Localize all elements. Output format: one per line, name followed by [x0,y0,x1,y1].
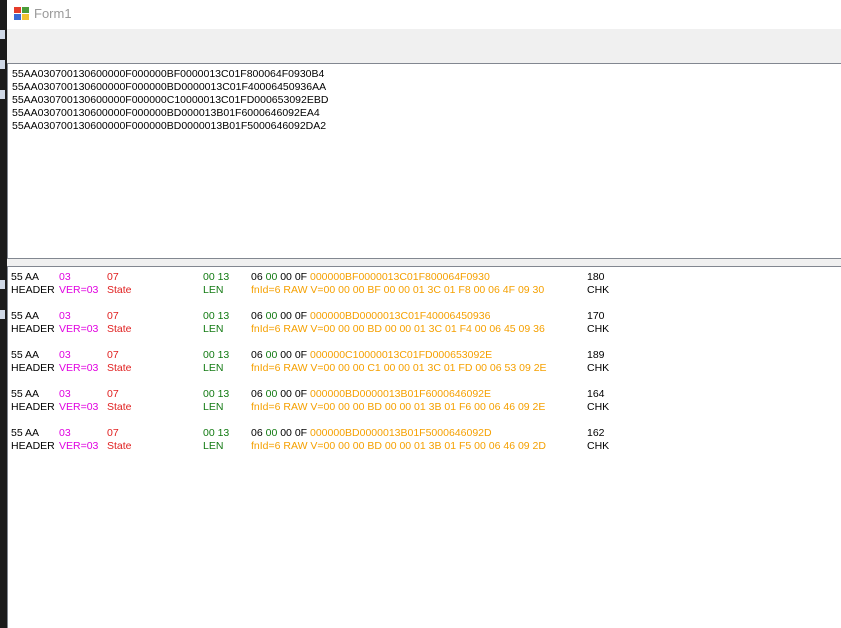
fn-post: 00 0F [280,349,308,361]
fn-mid: 00 [265,427,278,439]
fn-pre: 06 [251,271,263,283]
chk-label: CHK [587,284,610,296]
background-window-edge [0,0,7,628]
fn-bytes: 06 00 00 0F 000000BD0000013C01F400064509… [251,310,490,322]
len-bytes: 00 13 [203,310,230,322]
chk-label: CHK [587,440,610,452]
state-byte: 07 [107,310,119,322]
fn-pre: 06 [251,349,263,361]
state-byte: 07 [107,388,119,400]
payload-hex: 000000C10000013C01FD000653092E [310,349,493,361]
len-label: LEN [203,284,224,296]
len-label: LEN [203,362,224,374]
len-label: LEN [203,401,224,413]
background-marker [0,30,5,39]
header-bytes: 55 AA [11,388,40,400]
header-label: HEADER [11,362,55,374]
fn-post: 00 0F [280,427,308,439]
raw-values-label: fnId=6 RAW V=00 00 00 BF 00 00 01 3C 01 … [251,284,545,296]
title-bar[interactable]: Form1 [7,0,841,29]
raw-values-label: fnId=6 RAW V=00 00 00 BD 00 00 01 3C 01 … [251,323,545,335]
len-bytes: 00 13 [203,427,230,439]
toolbar-area [7,29,841,63]
chk-value: 170 [587,310,605,322]
fn-mid: 00 [265,271,278,283]
raw-data-textbox[interactable]: 55AA030700130600000F000000BF0000013C01F8… [7,63,841,259]
fn-pre: 06 [251,388,263,400]
ver-label: VER=03 [59,284,99,296]
raw-line: 55AA030700130600000F000000BD000013B01F60… [12,107,320,119]
raw-line: 55AA030700130600000F000000BD0000013B01F5… [12,120,327,132]
len-bytes: 00 13 [203,271,230,283]
fn-bytes: 06 00 00 0F 000000BD0000013B01F600064609… [251,388,491,400]
payload-hex: 000000BF0000013C01F800064F0930 [310,271,490,283]
fn-mid: 00 [265,349,278,361]
payload-hex: 000000BD0000013C01F40006450936 [310,310,491,322]
header-bytes: 55 AA [11,349,40,361]
fn-bytes: 06 00 00 0F 000000C10000013C01FD00065309… [251,349,492,361]
background-marker [0,280,5,289]
app-form-icon [14,7,29,20]
len-label: LEN [203,323,224,335]
ver-label: VER=03 [59,440,99,452]
ver-label: VER=03 [59,362,99,374]
len-bytes: 00 13 [203,388,230,400]
raw-line: 55AA030700130600000F000000C10000013C01FD… [12,94,329,106]
parsed-frames-panel[interactable]: 55 AA 03 07 00 13 06 00 00 0F 000000BF00… [7,266,841,628]
raw-line: 55AA030700130600000F000000BD0000013C01F4… [12,81,327,93]
payload-hex: 000000BD0000013B01F6000646092E [310,388,491,400]
panel-splitter[interactable] [7,259,841,266]
chk-value: 180 [587,271,605,283]
window-title: Form1 [34,6,72,21]
state-byte: 07 [107,349,119,361]
chk-label: CHK [587,323,610,335]
state-byte: 07 [107,271,119,283]
background-marker [0,60,5,69]
state-label: State [107,362,132,374]
fn-mid: 00 [265,388,278,400]
header-label: HEADER [11,284,55,296]
state-label: State [107,401,132,413]
fn-bytes: 06 00 00 0F 000000BD0000013B01F500064609… [251,427,492,439]
background-marker [0,310,5,319]
header-bytes: 55 AA [11,427,40,439]
fn-mid: 00 [265,310,278,322]
state-label: State [107,323,132,335]
fn-bytes: 06 00 00 0F 000000BF0000013C01F800064F09… [251,271,490,283]
background-marker [0,90,5,99]
fn-pre: 06 [251,427,263,439]
raw-values-label: fnId=6 RAW V=00 00 00 BD 00 00 01 3B 01 … [251,440,546,452]
state-label: State [107,440,132,452]
header-bytes: 55 AA [11,271,40,283]
header-label: HEADER [11,323,55,335]
fn-post: 00 0F [280,388,308,400]
chk-label: CHK [587,362,610,374]
ver-byte: 03 [59,388,71,400]
ver-byte: 03 [59,427,71,439]
ver-byte: 03 [59,271,71,283]
chk-value: 164 [587,388,605,400]
state-byte: 07 [107,427,119,439]
len-label: LEN [203,440,224,452]
chk-value: 162 [587,427,605,439]
raw-line: 55AA030700130600000F000000BF0000013C01F8… [12,68,325,80]
chk-label: CHK [587,401,610,413]
header-label: HEADER [11,440,55,452]
header-bytes: 55 AA [11,310,40,322]
state-label: State [107,284,132,296]
raw-values-label: fnId=6 RAW V=00 00 00 C1 00 00 01 3C 01 … [251,362,547,374]
ver-label: VER=03 [59,401,99,413]
len-bytes: 00 13 [203,349,230,361]
fn-post: 00 0F [280,271,308,283]
payload-hex: 000000BD0000013B01F5000646092D [310,427,492,439]
ver-label: VER=03 [59,323,99,335]
raw-values-label: fnId=6 RAW V=00 00 00 BD 00 00 01 3B 01 … [251,401,546,413]
header-label: HEADER [11,401,55,413]
ver-byte: 03 [59,310,71,322]
chk-value: 189 [587,349,605,361]
ver-byte: 03 [59,349,71,361]
fn-post: 00 0F [280,310,308,322]
fn-pre: 06 [251,310,263,322]
